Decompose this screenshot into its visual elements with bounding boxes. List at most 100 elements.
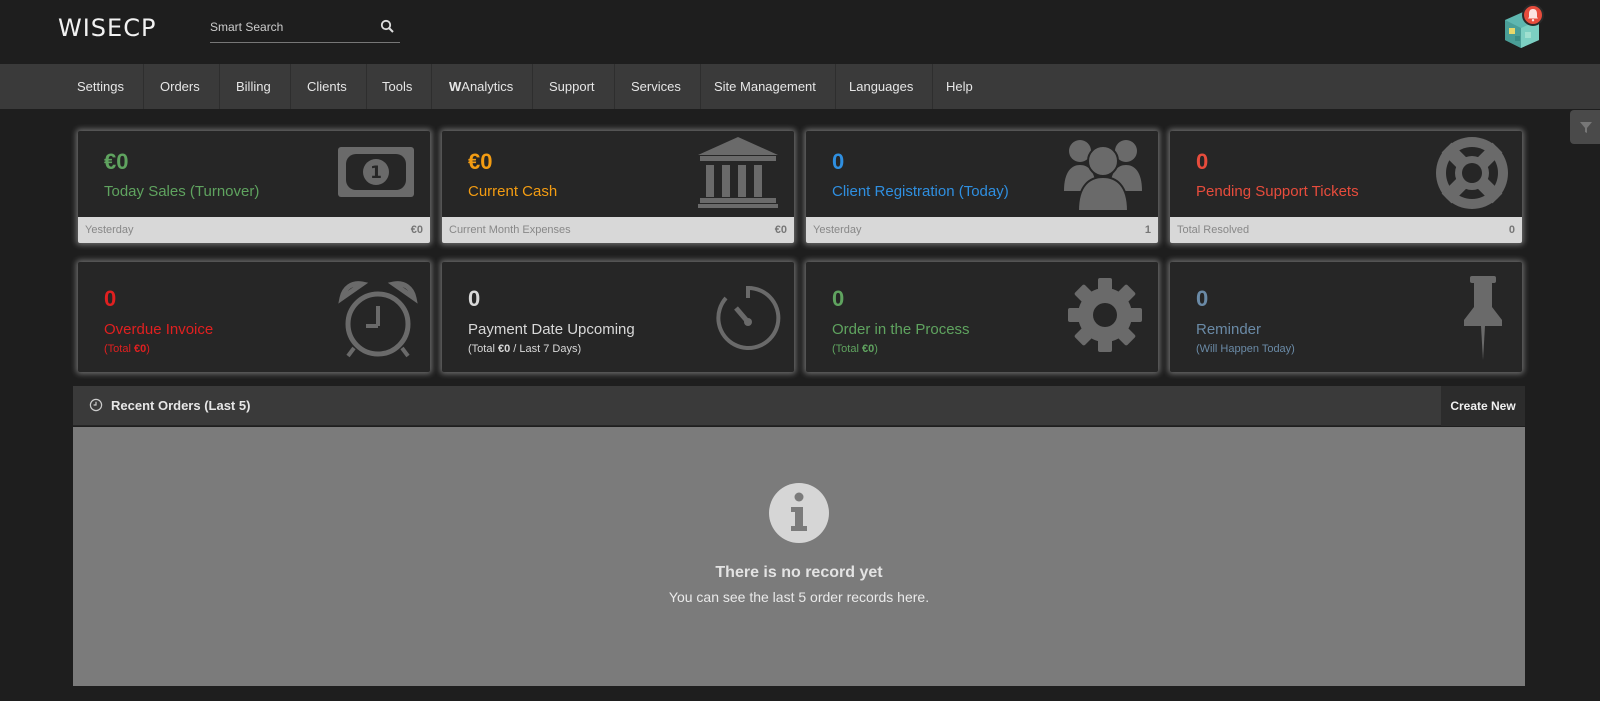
stopwatch-icon — [716, 285, 781, 350]
sub-value: €0 — [861, 343, 875, 355]
nav-label: Support — [549, 79, 595, 94]
card-sub: (Total €0) — [832, 343, 878, 355]
card-reminder[interactable]: 0 Reminder (Will Happen Today) — [1170, 262, 1522, 372]
card-value: €0 — [104, 149, 129, 174]
nav-help[interactable]: Help — [927, 64, 992, 109]
card-order-in-process[interactable]: 0 Order in the Process (Total €0) — [806, 262, 1158, 372]
card-pending-tickets[interactable]: 0 Pending Support Tickets Total Resolved… — [1170, 131, 1522, 243]
card-label: Today Sales (Turnover) — [104, 183, 260, 200]
recent-orders-header: Recent Orders (Last 5) Create New — [73, 386, 1525, 426]
search-icon[interactable] — [380, 19, 394, 33]
sub-prefix: (Total — [832, 343, 862, 355]
nav-label: Help — [946, 79, 973, 94]
sub-value: €0 — [497, 343, 511, 355]
card-label: Order in the Process — [832, 321, 970, 338]
card-footer: Current Month Expenses €0 — [442, 217, 794, 243]
nav-site-management[interactable]: Site Management — [695, 64, 836, 109]
card-overdue-invoice[interactable]: 0 Overdue Invoice (Total €0) — [78, 262, 430, 372]
nav-wanalytics[interactable]: WAnalytics — [430, 64, 534, 109]
card-value: €0 — [468, 149, 493, 174]
clock-icon — [89, 398, 103, 412]
nav-label: Languages — [849, 79, 914, 94]
footer-label: Yesterday — [85, 224, 134, 236]
card-payment-upcoming[interactable]: 0 Payment Date Upcoming (Total €0 / Last… — [442, 262, 794, 372]
card-label: Current Cash — [468, 183, 558, 200]
alarm-clock-icon — [338, 281, 418, 358]
sub-prefix: (Will Happen Today) — [1196, 343, 1295, 355]
sub-suffix: / Last 7 Days) — [510, 343, 582, 355]
pushpin-icon — [1464, 276, 1502, 360]
nav-orders[interactable]: Orders — [141, 64, 220, 109]
card-value: 0 — [104, 286, 117, 311]
users-icon — [1064, 140, 1142, 211]
card-label: Client Registration (Today) — [832, 183, 1009, 200]
card-value: 0 — [832, 149, 845, 174]
nav-label: Clients — [307, 79, 347, 94]
nav-label: Billing — [236, 79, 271, 94]
footer-label: Current Month Expenses — [449, 224, 571, 236]
card-sub: (Total €0) — [104, 343, 150, 355]
sub-suffix: ) — [146, 343, 150, 355]
card-value: 0 — [1196, 149, 1209, 174]
footer-value: 1 — [1144, 224, 1151, 236]
smart-search — [210, 14, 400, 43]
bank-icon — [698, 137, 778, 208]
top-header: WISECP — [0, 0, 1600, 64]
card-sub: (Total €0 / Last 7 Days) — [468, 343, 581, 355]
card-footer: Yesterday 1 — [806, 217, 1158, 243]
smart-search-input[interactable] — [210, 14, 375, 40]
footer-label: Yesterday — [813, 224, 862, 236]
create-new-button[interactable]: Create New — [1441, 386, 1525, 426]
card-value: 0 — [1196, 286, 1209, 311]
card-client-registration[interactable]: 0 Client Registration (Today) Yesterday … — [806, 131, 1158, 243]
footer-label: Total Resolved — [1177, 224, 1250, 236]
sub-suffix: ) — [874, 343, 878, 355]
nav-label: Settings — [77, 79, 124, 94]
card-label: Reminder — [1196, 321, 1262, 338]
footer-value: €0 — [410, 224, 423, 236]
nav-settings[interactable]: Settings — [58, 64, 144, 109]
wisecp-logo[interactable]: WISECP — [58, 14, 156, 42]
nav-clients[interactable]: Clients — [288, 64, 367, 109]
card-sub: (Will Happen Today) — [1196, 343, 1295, 355]
nav-label: Tools — [382, 79, 413, 94]
card-current-cash[interactable]: €0 Current Cash Current Month Expenses €… — [442, 131, 794, 243]
sub-value: €0 — [133, 343, 147, 355]
card-label: Overdue Invoice — [104, 321, 214, 338]
card-today-sales[interactable]: €0 Today Sales (Turnover) 1 Yesterday €0 — [78, 131, 430, 243]
nav-billing[interactable]: Billing — [217, 64, 291, 109]
money-bill-icon: 1 — [338, 147, 414, 197]
bell-icon — [1528, 9, 1538, 22]
nav-label: Analytics — [461, 79, 514, 94]
svg-text:1: 1 — [370, 163, 382, 183]
nav-label: Orders — [160, 79, 200, 94]
info-icon — [769, 483, 829, 543]
notification-badge[interactable] — [1522, 4, 1544, 26]
gear-icon — [1068, 278, 1142, 352]
nav-label: Site Management — [714, 79, 816, 94]
nav-languages[interactable]: Languages — [830, 64, 934, 109]
main-nav: Settings Orders Billing Clients Tools WA… — [0, 64, 1600, 109]
empty-state-title: There is no record yet — [715, 564, 883, 581]
nav-label-bold: W — [449, 79, 462, 94]
sub-prefix: (Total — [468, 343, 498, 355]
footer-value: 0 — [1508, 224, 1515, 236]
card-value: 0 — [468, 286, 481, 311]
filter-toggle[interactable] — [1570, 110, 1600, 144]
card-footer: Yesterday €0 — [78, 217, 430, 243]
card-label: Payment Date Upcoming — [468, 321, 635, 338]
sub-prefix: (Total — [104, 343, 134, 355]
footer-value: €0 — [774, 224, 787, 236]
card-label: Pending Support Tickets — [1196, 183, 1359, 200]
recent-orders-body: There is no record yet You can see the l… — [73, 427, 1525, 686]
empty-state-description: You can see the last 5 order records her… — [668, 589, 930, 605]
recent-orders-title: Recent Orders (Last 5) — [111, 398, 251, 413]
lifebuoy-icon — [1436, 137, 1508, 209]
card-value: 0 — [832, 286, 845, 311]
nav-services[interactable]: Services — [612, 64, 701, 109]
nav-tools[interactable]: Tools — [363, 64, 433, 109]
nav-label: Services — [631, 79, 681, 94]
filter-icon — [1580, 122, 1592, 133]
card-footer: Total Resolved 0 — [1170, 217, 1522, 243]
nav-support[interactable]: Support — [530, 64, 615, 109]
